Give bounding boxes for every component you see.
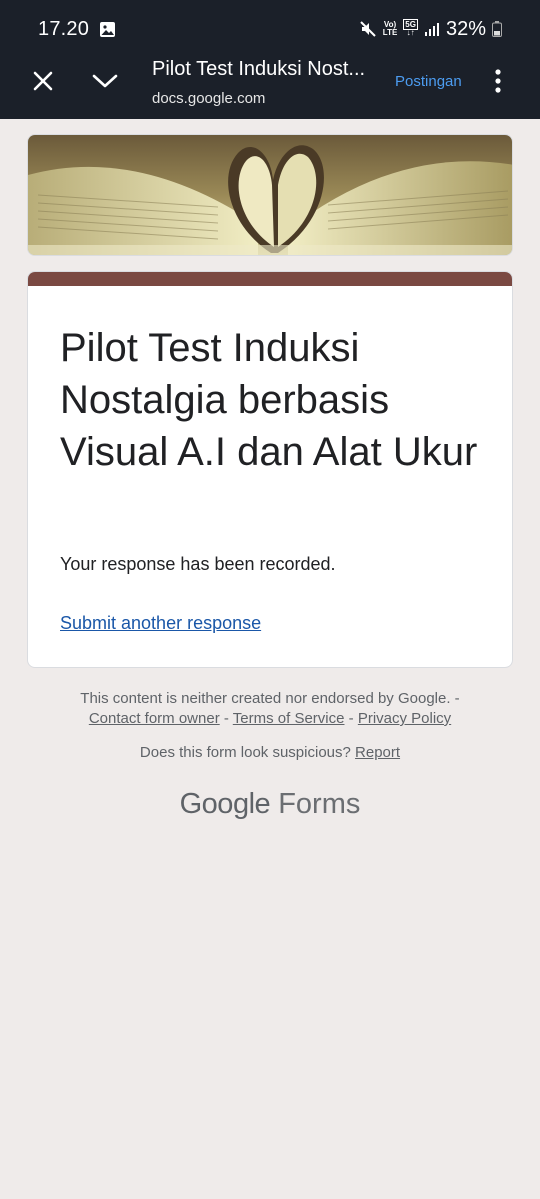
gallery-icon [99,21,116,38]
confirmation-card: Pilot Test Induksi Nostalgia berbasis Vi… [27,271,513,668]
battery-icon [492,21,502,37]
submit-another-response-link[interactable]: Submit another response [60,613,261,634]
status-time: 17.20 [38,17,90,40]
footer-separator: - [223,710,229,727]
browser-page-title: Pilot Test Induksi Nost... [152,58,366,80]
privacy-policy-link[interactable]: Privacy Policy [358,710,451,727]
footer-disclaimer: This content is neither created nor endo… [80,690,460,707]
suspicious-text: Does this form look suspicious? [139,744,351,761]
volte-icon: Vo) LTE [383,21,398,37]
terms-of-service-link[interactable]: Terms of Service [233,710,345,727]
more-options-button[interactable] [484,66,512,96]
brand-google: Google [179,788,271,820]
volte-label-bottom: LTE [382,28,398,37]
postingan-button[interactable]: Postingan [395,73,462,90]
card-accent-bar [28,272,512,286]
brand-forms: Forms [278,788,361,820]
response-recorded-message: Your response has been recorded. [60,554,336,574]
top-bar: 17.20 Vo) LTE 5G ↓↑ 32% Pilot Test Induk… [0,0,540,119]
mute-icon [359,20,377,38]
google-forms-logo: Google Forms [0,788,540,821]
suspicious-form-line: Does this form look suspicious? Report [0,744,540,761]
close-button[interactable] [26,64,60,98]
report-link[interactable]: Report [355,744,400,761]
data-arrows-icon: ↓↑ [406,28,415,37]
browser-url: docs.google.com [152,90,266,107]
browser-bar: Pilot Test Induksi Nost... docs.google.c… [0,58,540,119]
contact-form-owner-link[interactable]: Contact form owner [89,710,220,727]
form-title: Pilot Test Induksi Nostalgia berbasis Vi… [60,326,478,474]
footer-separator: - [348,710,354,727]
footer-links: Contact form owner - Terms of Service - … [0,710,540,727]
collapse-button[interactable] [88,64,122,98]
signal-icon [424,22,440,36]
battery-percent: 32% [445,17,486,40]
chevron-down-icon [92,74,118,88]
network-5g-icon: 5G ↓↑ [403,19,418,37]
status-right: Vo) LTE 5G ↓↑ 32% [359,18,502,41]
close-icon [33,71,53,91]
status-bar: 17.20 Vo) LTE 5G ↓↑ 32% [0,0,540,58]
header-banner-image [27,134,513,256]
more-vert-icon [495,69,501,93]
